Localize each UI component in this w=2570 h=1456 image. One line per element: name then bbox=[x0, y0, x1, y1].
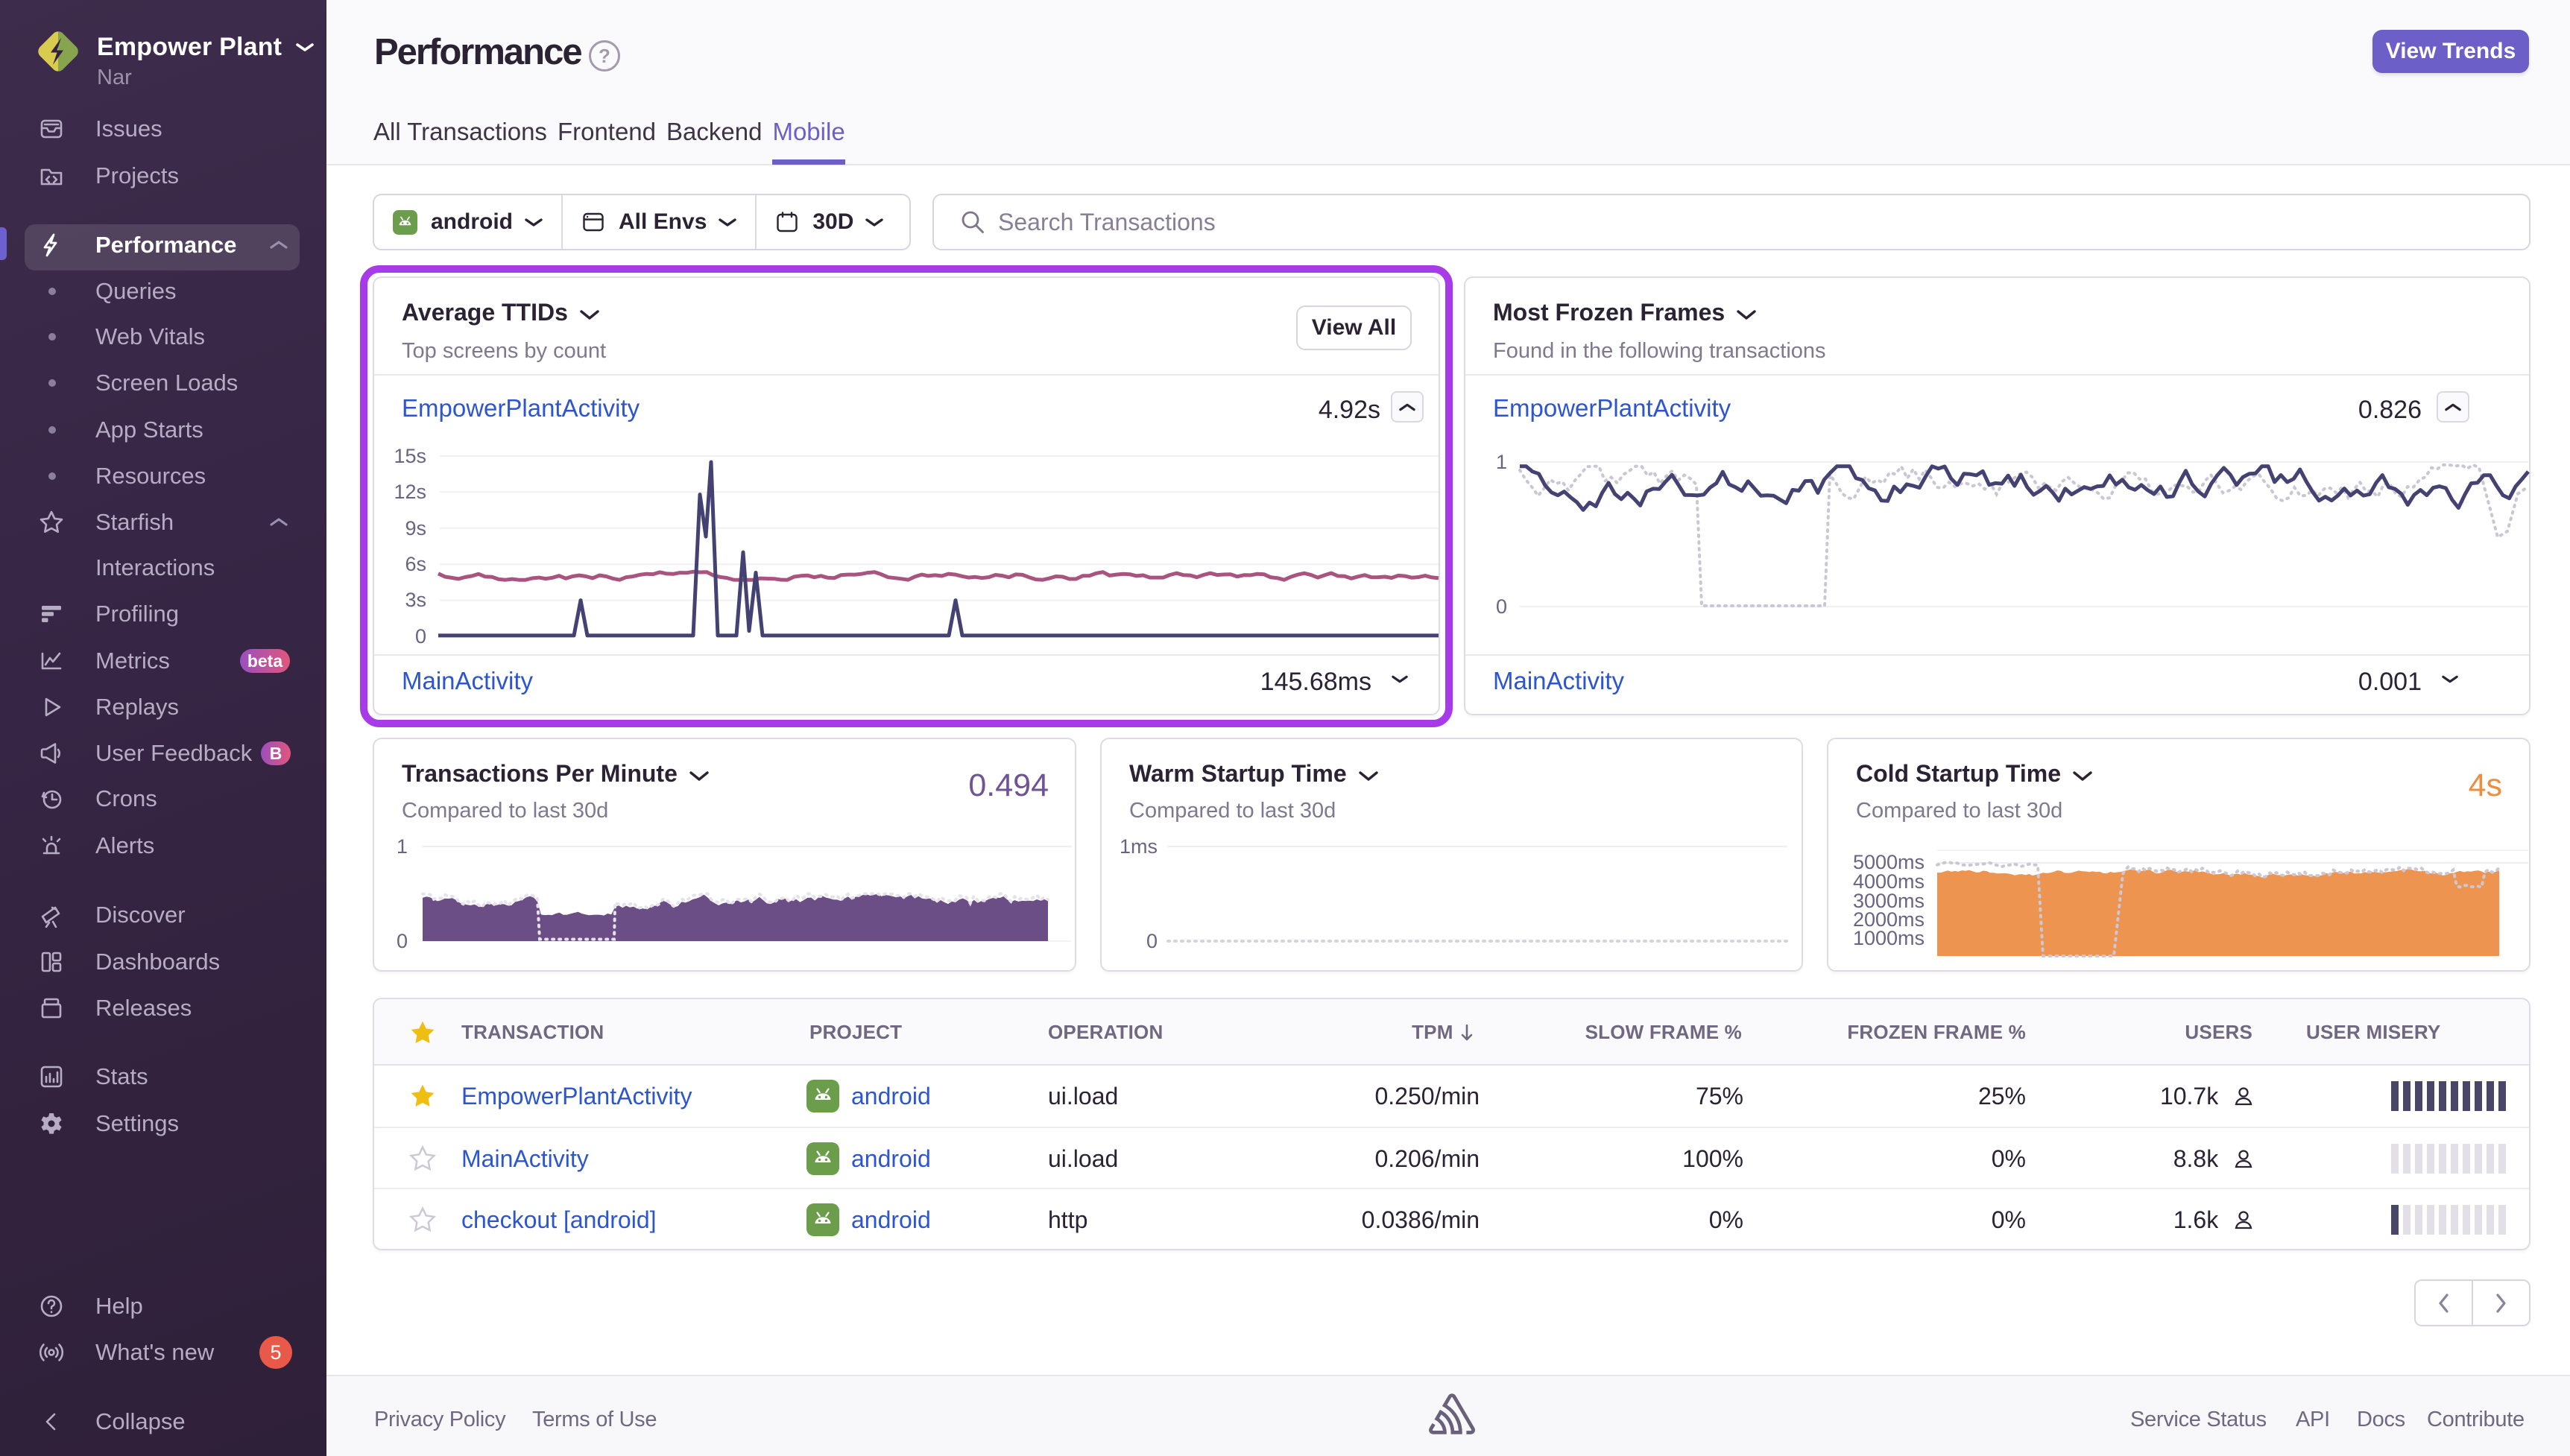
svg-text:15s: 15s bbox=[394, 445, 426, 467]
svg-text:1: 1 bbox=[1496, 451, 1507, 473]
svg-text:0: 0 bbox=[397, 930, 408, 952]
svg-text:1: 1 bbox=[397, 835, 408, 858]
svg-text:3s: 3s bbox=[405, 589, 426, 611]
svg-text:12s: 12s bbox=[394, 481, 426, 503]
svg-text:0: 0 bbox=[415, 625, 426, 648]
svg-text:6s: 6s bbox=[405, 553, 426, 575]
svg-text:1000ms: 1000ms bbox=[1853, 927, 1925, 949]
svg-text:0: 0 bbox=[1146, 930, 1158, 952]
svg-text:1ms: 1ms bbox=[1120, 835, 1158, 858]
svg-text:0: 0 bbox=[1496, 595, 1507, 618]
svg-text:9s: 9s bbox=[405, 517, 426, 539]
